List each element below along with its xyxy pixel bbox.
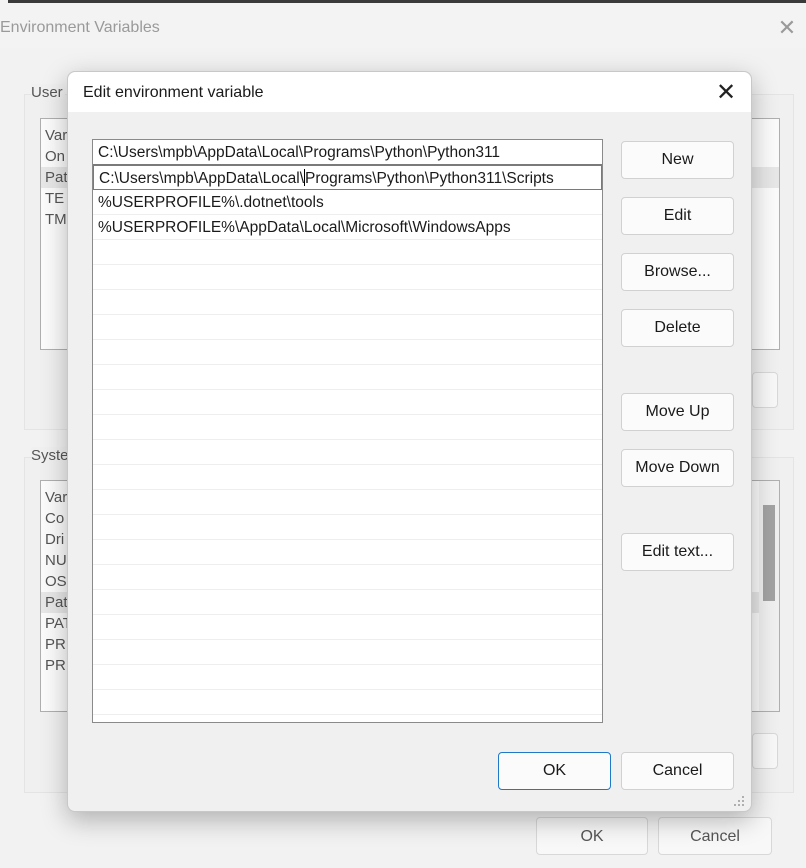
- edit-button[interactable]: Edit: [621, 197, 734, 235]
- empty-row[interactable]: [93, 690, 602, 715]
- path-item[interactable]: C:\Users\mpb\AppData\Local\Programs\Pyth…: [93, 140, 602, 165]
- empty-row[interactable]: [93, 240, 602, 265]
- path-item[interactable]: %USERPROFILE%\AppData\Local\Microsoft\Wi…: [93, 215, 602, 240]
- empty-row[interactable]: [93, 315, 602, 340]
- new-button[interactable]: New: [621, 141, 734, 179]
- edit-text-button[interactable]: Edit text...: [621, 533, 734, 571]
- empty-row[interactable]: [93, 440, 602, 465]
- empty-row[interactable]: [93, 615, 602, 640]
- empty-row[interactable]: [93, 265, 602, 290]
- delete-button[interactable]: Delete: [621, 309, 734, 347]
- empty-row[interactable]: [93, 390, 602, 415]
- parent-window-title: Environment Variables: [0, 19, 160, 36]
- browse-button[interactable]: Browse...: [621, 253, 734, 291]
- path-item[interactable]: %USERPROFILE%\.dotnet\tools: [93, 190, 602, 215]
- path-list[interactable]: C:\Users\mpb\AppData\Local\Programs\Pyth…: [92, 139, 603, 723]
- empty-row[interactable]: [93, 415, 602, 440]
- empty-row[interactable]: [93, 490, 602, 515]
- parent-top-border: [8, 0, 806, 3]
- resize-grip-icon[interactable]: [732, 794, 746, 808]
- path-item-editing[interactable]: C:\Users\mpb\AppData\Local\Programs\Pyth…: [93, 165, 602, 190]
- edit-environment-variable-dialog: Edit environment variable ✕ C:\Users\mpb…: [67, 71, 752, 812]
- empty-row[interactable]: [93, 290, 602, 315]
- empty-row[interactable]: [93, 590, 602, 615]
- empty-row[interactable]: [93, 565, 602, 590]
- close-icon[interactable]: ✕: [709, 78, 743, 108]
- empty-row[interactable]: [93, 340, 602, 365]
- empty-row[interactable]: [93, 515, 602, 540]
- empty-row[interactable]: [93, 540, 602, 565]
- ok-button[interactable]: OK: [498, 752, 611, 790]
- empty-row[interactable]: [93, 465, 602, 490]
- empty-row[interactable]: [93, 665, 602, 690]
- path-item-text-after-caret: Programs\Python\Python311\Scripts: [305, 170, 554, 187]
- empty-row[interactable]: [93, 365, 602, 390]
- empty-row[interactable]: [93, 640, 602, 665]
- move-up-button[interactable]: Move Up: [621, 393, 734, 431]
- parent-close-icon[interactable]: ✕: [772, 14, 802, 42]
- path-item-text-before-caret: C:\Users\mpb\AppData\Local\: [99, 170, 305, 187]
- move-down-button[interactable]: Move Down: [621, 449, 734, 487]
- dialog-title: Edit environment variable: [83, 84, 264, 101]
- cancel-button[interactable]: Cancel: [621, 752, 734, 790]
